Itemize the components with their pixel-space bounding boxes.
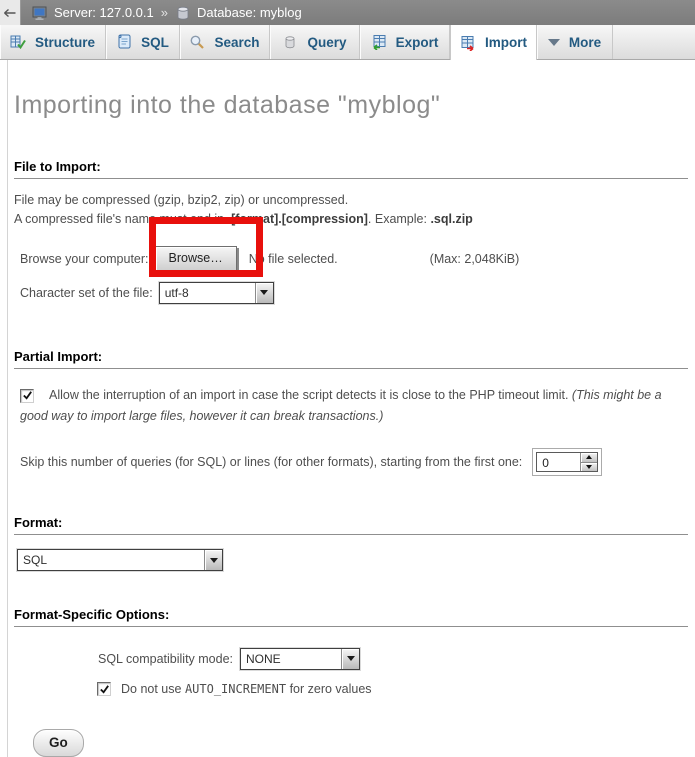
allow-interruption-row: Allow the interruption of an import in c…: [20, 385, 692, 427]
section-heading-partial-import: Partial Import:: [14, 349, 688, 369]
tab-export[interactable]: Export: [360, 25, 450, 59]
skip-queries-input[interactable]: 0: [536, 452, 598, 472]
spinner-up-button[interactable]: [581, 453, 597, 462]
format-select[interactable]: SQL: [17, 549, 223, 571]
tab-search-label: Search: [214, 35, 259, 50]
compression-note-line1: File may be compressed (gzip, bzip2, zip…: [14, 193, 348, 207]
sql-compatibility-row: SQL compatibility mode: NONE: [98, 646, 688, 671]
compression-note-line2-prefix: A compressed file's name must end in: [14, 212, 228, 226]
tab-more-label: More: [569, 35, 601, 50]
checkmark-icon: [22, 390, 33, 401]
tab-import[interactable]: Import: [450, 25, 537, 60]
max-upload-size: (Max: 2,048KiB): [430, 252, 520, 266]
back-arrow-icon: [2, 5, 18, 21]
auto-increment-checkbox[interactable]: [97, 682, 111, 696]
sql-compatibility-value: NONE: [241, 649, 341, 669]
auto-increment-label: Do not use AUTO_INCREMENT for zero value…: [121, 682, 372, 696]
breadcrumb: Server: 127.0.0.1 » Database: myblog: [21, 5, 302, 21]
auto-increment-row: Do not use AUTO_INCREMENT for zero value…: [97, 682, 688, 696]
tab-more[interactable]: More: [537, 25, 613, 59]
server-monitor-icon: [32, 5, 48, 21]
query-database-icon: [282, 34, 298, 50]
charset-row: Character set of the file: utf-8: [20, 280, 688, 305]
spinner-down-icon: [586, 465, 592, 469]
tab-sql-label: SQL: [141, 35, 169, 50]
skip-queries-input-frame: 0: [532, 448, 602, 476]
allow-interruption-label: Allow the interruption of an import in c…: [49, 388, 572, 402]
spinner-up-icon: [586, 455, 592, 459]
breadcrumb-server-link[interactable]: Server: 127.0.0.1: [54, 5, 154, 20]
tab-sql[interactable]: SQL: [106, 25, 180, 59]
import-icon: [460, 35, 476, 51]
breadcrumb-database-link[interactable]: Database: myblog: [197, 5, 302, 20]
tab-bar: Structure SQL Search: [0, 25, 695, 60]
tab-search[interactable]: Search: [180, 25, 270, 59]
breadcrumb-separator: »: [160, 5, 169, 20]
go-button[interactable]: Go: [33, 729, 84, 757]
section-heading-file-to-import: File to Import:: [14, 159, 688, 179]
browse-button[interactable]: Browse…: [155, 246, 237, 271]
section-heading-format-specific-options: Format-Specific Options:: [14, 607, 688, 627]
skip-queries-label: Skip this number of queries (for SQL) or…: [20, 455, 522, 469]
tab-query-label: Query: [307, 35, 346, 50]
export-icon: [371, 34, 387, 50]
section-heading-format: Format:: [14, 515, 688, 535]
compression-format-pattern: .[format].[compression]: [228, 212, 368, 226]
import-page-content: Importing into the database "myblog" Fil…: [7, 60, 695, 757]
checkmark-icon: [99, 684, 110, 695]
format-select-arrow-icon[interactable]: [204, 550, 222, 570]
page-title: Importing into the database "myblog": [14, 60, 688, 120]
auto-increment-label-prefix: Do not use: [121, 682, 185, 696]
charset-select-arrow-icon[interactable]: [255, 283, 273, 303]
tab-structure-label: Structure: [35, 35, 95, 50]
tab-query[interactable]: Query: [270, 25, 360, 59]
skip-queries-row: Skip this number of queries (for SQL) or…: [20, 448, 688, 476]
compression-example: .sql.zip: [430, 212, 472, 226]
structure-icon: [10, 34, 26, 50]
sql-compatibility-select[interactable]: NONE: [240, 648, 360, 670]
tab-import-label: Import: [485, 35, 527, 50]
sql-compatibility-arrow-icon[interactable]: [341, 649, 359, 669]
search-icon: [189, 34, 205, 50]
browse-label: Browse your computer:: [20, 252, 149, 266]
tab-structure[interactable]: Structure: [0, 25, 106, 59]
file-status-text: No file selected.: [249, 252, 338, 266]
charset-select[interactable]: utf-8: [159, 282, 274, 304]
skip-queries-spinner: [580, 453, 597, 471]
tab-export-label: Export: [396, 35, 439, 50]
sql-compatibility-label: SQL compatibility mode:: [98, 652, 233, 666]
charset-select-value: utf-8: [160, 283, 255, 303]
auto-increment-label-suffix: for zero values: [286, 682, 371, 696]
back-button[interactable]: [0, 0, 21, 25]
auto-increment-code: AUTO_INCREMENT: [185, 682, 286, 696]
format-select-value: SQL: [18, 550, 204, 570]
spinner-down-button[interactable]: [581, 462, 597, 472]
database-icon: [175, 5, 191, 21]
server-breadcrumb-bar: Server: 127.0.0.1 » Database: myblog: [0, 0, 695, 25]
browse-row: Browse your computer: Browse… No file se…: [20, 245, 688, 272]
sql-file-icon: [116, 34, 132, 50]
chevron-down-icon: [548, 39, 560, 46]
skip-queries-value: 0: [537, 453, 580, 471]
charset-label: Character set of the file:: [20, 286, 153, 300]
compression-note: File may be compressed (gzip, bzip2, zip…: [14, 191, 688, 229]
compression-note-line2-mid: . Example:: [368, 212, 431, 226]
allow-interruption-checkbox[interactable]: [20, 389, 34, 403]
